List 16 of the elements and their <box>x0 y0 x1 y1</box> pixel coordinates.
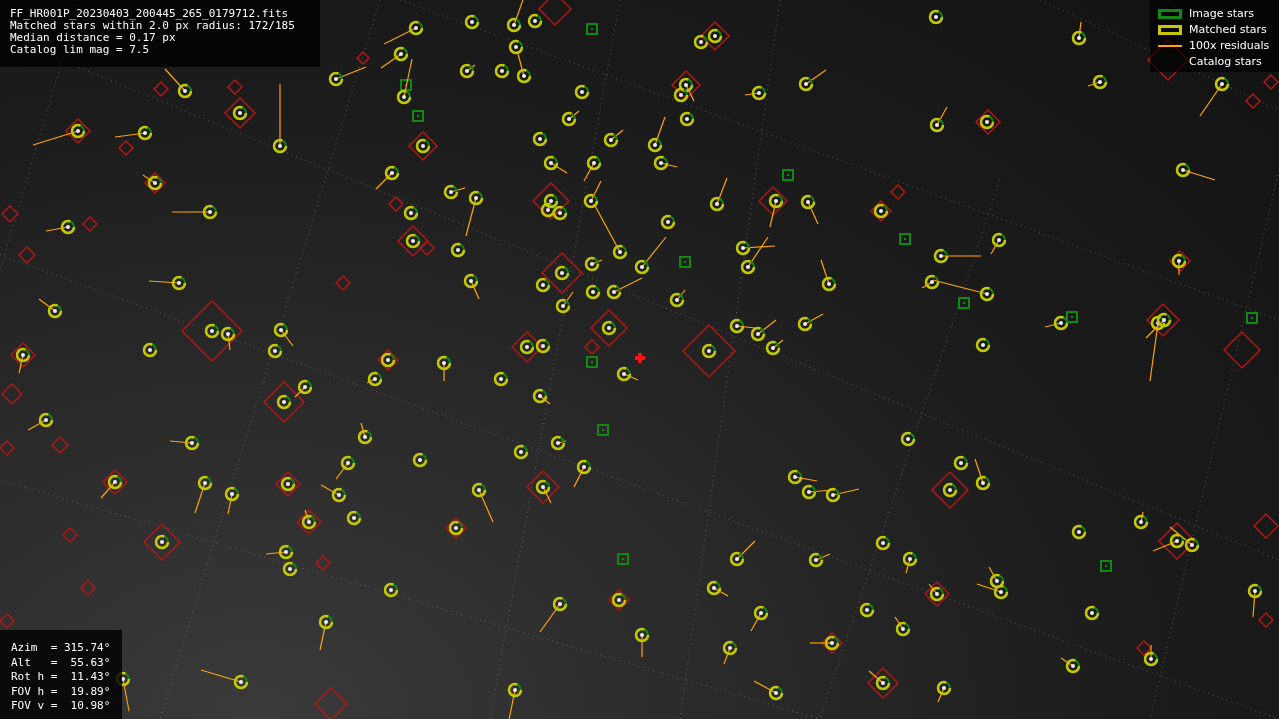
legend-label: Catalog stars <box>1189 53 1262 70</box>
image-star-swatch-icon <box>1158 9 1182 19</box>
legend-label: Image stars <box>1189 5 1254 22</box>
pointing-text: FOV v = 10.98° <box>11 699 112 714</box>
line-icon <box>1158 45 1182 47</box>
info-text: Catalog lim mag = 7.5 <box>10 44 151 56</box>
pointing-text: Rot h = 11.43° <box>11 670 112 685</box>
pointing-text: Alt = 55.63° <box>11 655 112 670</box>
pointing-text: Azim = 315.74° <box>11 641 112 656</box>
legend-label: 100x residuals <box>1189 37 1270 54</box>
legend-label: Matched stars <box>1189 21 1267 38</box>
pointing-text: FOV h = 19.89° <box>11 684 112 699</box>
info-text: Median distance = 0.17 px <box>10 32 177 44</box>
info-text: Matched stars within 2.0 px radius: 172/185 <box>10 20 296 32</box>
info-text: FF_HR001P_20230403_200445_265_0179712.fits <box>10 8 290 20</box>
matched-star-swatch-icon <box>1158 25 1182 35</box>
